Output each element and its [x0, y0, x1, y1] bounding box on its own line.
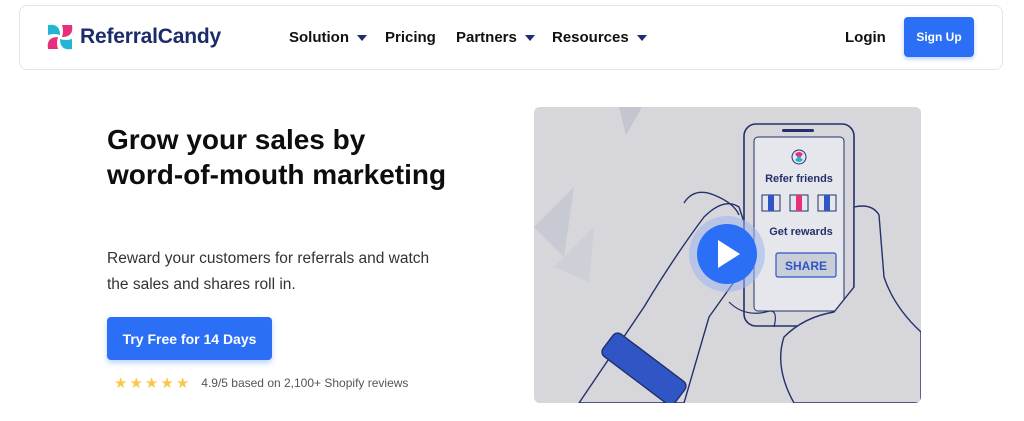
gift-icon	[817, 194, 837, 212]
nav-resources-label: Resources	[552, 29, 629, 46]
signup-button[interactable]: Sign Up	[904, 17, 974, 57]
star-icon: ★	[129, 375, 143, 392]
try-free-button[interactable]: Try Free for 14 Days	[107, 317, 272, 360]
star-icon: ★	[160, 375, 174, 392]
rating-text: 4.9/5 based on 2,100+ Shopify reviews	[201, 376, 409, 390]
gift-icon	[761, 194, 781, 212]
chevron-down-icon	[524, 34, 535, 41]
top-navbar: ReferralCandy Solution Pricing Partners …	[19, 5, 1003, 70]
chevron-down-icon	[636, 34, 647, 41]
star-icon: ★	[144, 375, 159, 392]
rating: ★ ★ ★ ★ ★ 4.9/5 based on 2,100+ Shopify …	[114, 374, 408, 392]
brand-name: ReferralCandy	[80, 25, 221, 48]
star-icon: ★	[114, 375, 128, 392]
star-icon: ★	[175, 375, 190, 392]
nav-partners[interactable]: Partners	[456, 29, 535, 46]
phone-subheading: Get rewards	[769, 226, 833, 238]
nav-pricing-label: Pricing	[385, 29, 436, 46]
nav-resources[interactable]: Resources	[552, 29, 647, 46]
nav-solution[interactable]: Solution	[289, 29, 367, 46]
nav-solution-label: Solution	[289, 29, 349, 46]
login-link[interactable]: Login	[845, 29, 886, 46]
share-label: SHARE	[785, 259, 827, 273]
rating-stars: ★ ★ ★ ★ ★	[114, 374, 191, 392]
intro-video[interactable]: Refer friends Get rewards SHARE	[534, 107, 921, 403]
phone-heading: Refer friends	[765, 173, 833, 185]
video-thumbnail: Refer friends Get rewards SHARE	[534, 107, 921, 403]
hero-title: Grow your sales by word-of-mouth marketi…	[107, 124, 447, 190]
nav-partners-label: Partners	[456, 29, 517, 46]
referralcandy-logo-icon	[47, 24, 73, 50]
nav-pricing[interactable]: Pricing	[385, 29, 436, 46]
brand-logo[interactable]: ReferralCandy	[44, 21, 221, 53]
hero-subtitle: Reward your customers for referrals and …	[107, 250, 430, 293]
gift-icon	[789, 194, 809, 212]
chevron-down-icon	[357, 34, 367, 41]
